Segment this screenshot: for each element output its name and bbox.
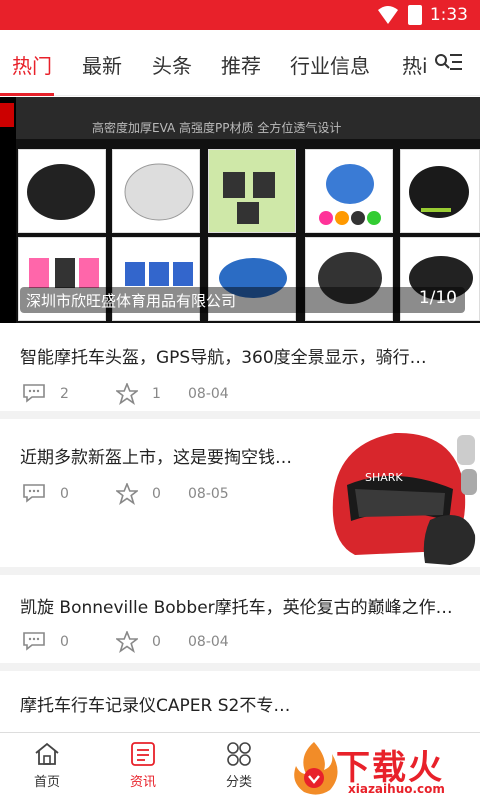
status-time: 1:33 bbox=[429, 5, 468, 25]
tab-industry[interactable]: 行业信息 bbox=[290, 50, 370, 79]
article-date: 08-05 bbox=[188, 486, 229, 502]
article-thumbnail: SHARK bbox=[325, 425, 480, 567]
like-count: 1 bbox=[152, 386, 161, 402]
article-item[interactable]: 智能摩托车头盔，GPS导航，360度全景显示，骑行… 2 1 08-04 bbox=[0, 323, 480, 411]
comment-count: 0 bbox=[60, 634, 69, 650]
star-icon bbox=[116, 631, 138, 653]
nav-home[interactable]: 首页 bbox=[17, 741, 77, 790]
home-icon bbox=[35, 742, 59, 765]
comment-count: 0 bbox=[60, 486, 69, 502]
banner-page-indicator: 1/10 bbox=[418, 288, 457, 308]
comment-icon bbox=[23, 484, 45, 503]
tab-recommend[interactable]: 推荐 bbox=[221, 50, 261, 79]
nav-category-label: 分类 bbox=[225, 775, 252, 790]
article-title: 近期多款新盔上市，这是要掏空钱… bbox=[20, 448, 292, 468]
status-bar: 1:33 bbox=[0, 0, 480, 30]
comment-count: 2 bbox=[60, 386, 69, 402]
banner-left-column bbox=[0, 97, 16, 323]
banner-tagline: 高密度加厚EVA 高强度PP材质 全方位透气设计 bbox=[92, 121, 342, 135]
nav-news-label: 资讯 bbox=[129, 775, 156, 790]
product-image-skate-helmet bbox=[400, 149, 480, 233]
news-icon bbox=[131, 742, 155, 766]
divider bbox=[0, 411, 480, 419]
brand-logo bbox=[0, 103, 14, 127]
star-icon bbox=[116, 383, 138, 405]
watermark-url: xiazaihuo.com bbox=[348, 782, 445, 796]
star-icon bbox=[116, 483, 138, 505]
article-title: 摩托车行车记录仪CAPER S2不专… bbox=[20, 696, 291, 716]
tab-headlines[interactable]: 头条 bbox=[152, 50, 192, 79]
nav-category[interactable]: 分类 bbox=[209, 741, 269, 790]
tab-menu-button[interactable] bbox=[414, 30, 480, 96]
article-meta: 2 1 08-04 bbox=[22, 383, 322, 407]
wifi-icon bbox=[378, 6, 398, 24]
watermark: 下载火 xiazaihuo.com bbox=[288, 740, 480, 800]
article-item[interactable]: 近期多款新盔上市，这是要掏空钱… 0 0 08-05 SHARK bbox=[0, 419, 480, 567]
article-title: 凯旋 Bonneville Bobber摩托车，英伦复古的巅峰之作… bbox=[20, 598, 453, 618]
article-date: 08-04 bbox=[188, 386, 229, 402]
svg-text:SHARK: SHARK bbox=[365, 471, 403, 484]
flame-logo-icon bbox=[294, 742, 338, 795]
product-image-kids-helmets bbox=[305, 149, 393, 233]
product-image-pads bbox=[208, 149, 296, 233]
article-date: 08-04 bbox=[188, 634, 229, 650]
search-list-icon bbox=[435, 54, 462, 70]
battery-icon bbox=[408, 5, 422, 25]
like-count: 0 bbox=[152, 634, 161, 650]
product-image-black-helmet bbox=[18, 149, 106, 233]
divider bbox=[0, 663, 480, 671]
active-tab-indicator bbox=[0, 93, 54, 96]
banner-carousel[interactable]: 高密度加厚EVA 高强度PP材质 全方位透气设计 深圳市欣旺盛体育用品有限公司 … bbox=[0, 97, 480, 323]
article-meta: 0 0 08-05 bbox=[22, 483, 322, 507]
category-icon bbox=[227, 742, 251, 766]
banner-caption: 深圳市欣旺盛体育用品有限公司 1/10 bbox=[20, 287, 465, 313]
article-meta: 0 0 08-04 bbox=[22, 631, 322, 655]
divider bbox=[0, 567, 480, 575]
article-item[interactable]: 凯旋 Bonneville Bobber摩托车，英伦复古的巅峰之作… 0 0 0… bbox=[0, 575, 480, 663]
nav-home-label: 首页 bbox=[33, 775, 60, 790]
banner-caption-text: 深圳市欣旺盛体育用品有限公司 bbox=[26, 292, 237, 310]
comment-icon bbox=[23, 384, 45, 403]
article-title: 智能摩托车头盔，GPS导航，360度全景显示，骑行… bbox=[20, 348, 427, 368]
product-image-white-helmet bbox=[112, 149, 200, 233]
comment-icon bbox=[23, 632, 45, 651]
like-count: 0 bbox=[152, 486, 161, 502]
category-tabs: 热门 最新 头条 推荐 行业信息 热i bbox=[0, 30, 480, 96]
tab-hot[interactable]: 热门 bbox=[12, 50, 52, 79]
tab-latest[interactable]: 最新 bbox=[82, 50, 122, 79]
nav-news[interactable]: 资讯 bbox=[113, 741, 173, 790]
article-item[interactable]: 摩托车行车记录仪CAPER S2不专… bbox=[0, 671, 480, 732]
